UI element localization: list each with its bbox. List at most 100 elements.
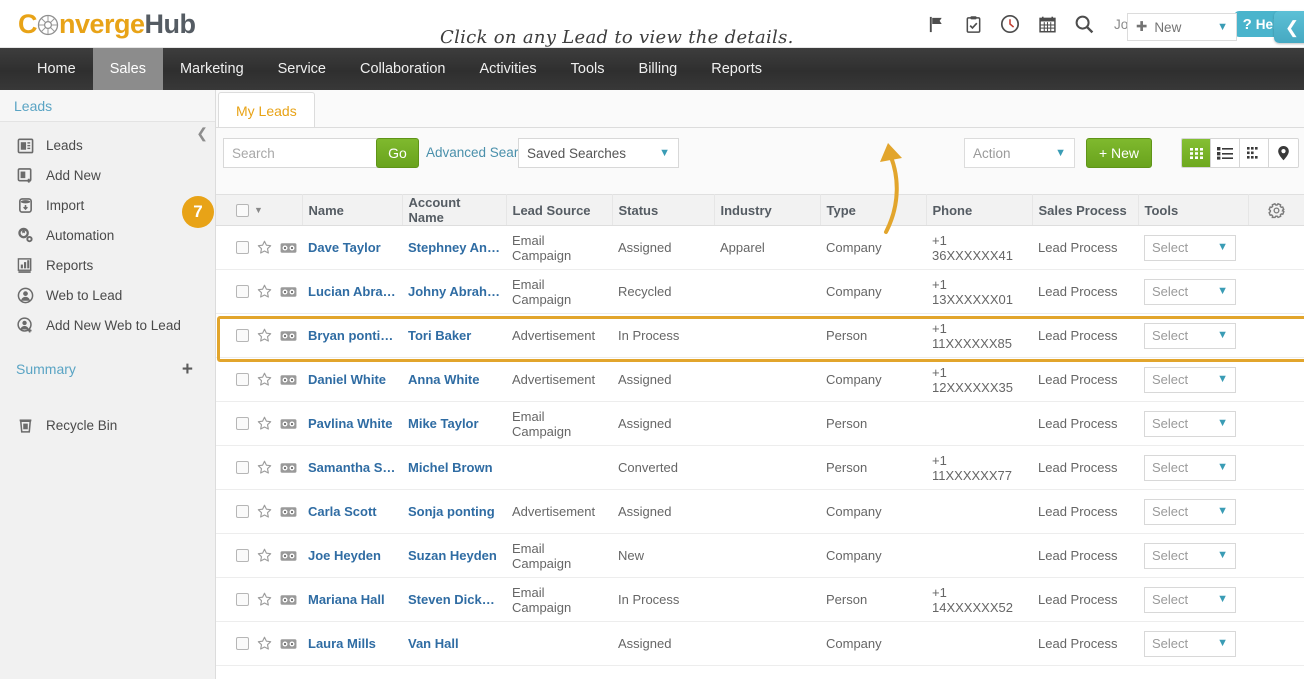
map-view-toggle[interactable] — [1269, 139, 1298, 167]
column-header-industry[interactable]: Industry — [714, 194, 821, 226]
grid-view-toggle[interactable] — [1182, 139, 1211, 167]
calendar-icon[interactable] — [1034, 11, 1060, 37]
account-name-link[interactable]: Michel Brown — [408, 460, 500, 475]
row-checkbox[interactable] — [236, 241, 249, 254]
gear-icon[interactable] — [1255, 202, 1299, 219]
new-record-dropdown[interactable]: ✚ New ▼ — [1127, 13, 1237, 41]
table-row[interactable]: Carla Scott Sonja ponting Advertisement … — [216, 489, 1304, 534]
row-checkbox[interactable] — [236, 461, 249, 474]
search-input[interactable] — [223, 138, 383, 168]
new-lead-button[interactable]: + New — [1086, 138, 1152, 168]
table-row[interactable]: Dave Taylor Stephney Ande… Email Campaig… — [216, 225, 1304, 270]
preview-goggles-icon[interactable] — [280, 241, 297, 255]
tools-select-dropdown[interactable]: Select ▼ — [1144, 498, 1236, 525]
sidebar-collapse-icon[interactable]: ❮ — [196, 126, 208, 140]
tab-my-leads[interactable]: My Leads — [218, 92, 315, 128]
sidebar-item-add-new-web-to-lead[interactable]: Add New Web to Lead — [0, 310, 215, 340]
account-name-link[interactable]: Johny Abraham — [408, 284, 500, 299]
sidebar-item-reports[interactable]: Reports — [0, 250, 215, 280]
account-name-link[interactable]: Steven Dickson — [408, 592, 500, 607]
table-row[interactable]: Pavlina White Mike Taylor Email Campaign… — [216, 401, 1304, 446]
table-row[interactable]: Daniel White Anna White Advertisement As… — [216, 357, 1304, 402]
nav-item-collaboration[interactable]: Collaboration — [343, 48, 462, 90]
panel-collapse-button[interactable]: ❮ — [1274, 11, 1304, 43]
row-checkbox[interactable] — [236, 549, 249, 562]
sidebar-item-add-new[interactable]: Add New — [0, 160, 215, 190]
table-row[interactable]: Joe Heyden Suzan Heyden Email Campaign N… — [216, 533, 1304, 578]
select-all-checkbox[interactable] — [236, 203, 249, 217]
preview-goggles-icon[interactable] — [280, 373, 297, 387]
nav-item-sales[interactable]: Sales — [92, 48, 163, 90]
star-icon[interactable] — [257, 240, 272, 255]
tools-select-dropdown[interactable]: Select ▼ — [1144, 410, 1236, 437]
row-checkbox[interactable] — [236, 329, 249, 342]
table-row[interactable]: Samantha Scott Michel Brown Converted Pe… — [216, 445, 1304, 490]
tools-select-dropdown[interactable]: Select ▼ — [1144, 454, 1236, 481]
row-checkbox[interactable] — [236, 417, 249, 430]
chevron-down-icon[interactable]: ▼ — [254, 205, 263, 215]
nav-item-home[interactable]: Home — [20, 48, 93, 90]
column-header-tools[interactable]: Tools — [1138, 194, 1249, 226]
tools-select-dropdown[interactable]: Select ▼ — [1144, 366, 1236, 393]
sidebar-item-recycle-bin[interactable]: Recycle Bin — [0, 410, 215, 440]
star-icon[interactable] — [257, 460, 272, 475]
star-icon[interactable] — [257, 592, 272, 607]
row-checkbox[interactable] — [236, 593, 249, 606]
tools-select-dropdown[interactable]: Select ▼ — [1144, 234, 1236, 261]
column-header-type[interactable]: Type — [820, 194, 927, 226]
table-row[interactable]: Laura Mills Van Hall Assigned Company Le… — [216, 621, 1304, 666]
lead-name-link[interactable]: Lucian Abraham — [308, 284, 396, 299]
nav-item-marketing[interactable]: Marketing — [163, 48, 261, 90]
preview-goggles-icon[interactable] — [280, 417, 297, 431]
preview-goggles-icon[interactable] — [280, 637, 297, 651]
nav-item-reports[interactable]: Reports — [694, 48, 779, 90]
summary-add-icon[interactable]: + — [182, 360, 193, 379]
tools-select-dropdown[interactable]: Select ▼ — [1144, 278, 1236, 305]
row-checkbox[interactable] — [236, 285, 249, 298]
lead-name-link[interactable]: Samantha Scott — [308, 460, 396, 475]
nav-item-tools[interactable]: Tools — [554, 48, 622, 90]
lead-name-link[interactable]: Dave Taylor — [308, 240, 396, 255]
nav-item-activities[interactable]: Activities — [462, 48, 553, 90]
lead-name-link[interactable]: Pavlina White — [308, 416, 396, 431]
nav-item-billing[interactable]: Billing — [622, 48, 695, 90]
split-view-toggle[interactable] — [1240, 139, 1269, 167]
column-header-phone[interactable]: Phone — [926, 194, 1033, 226]
preview-goggles-icon[interactable] — [280, 461, 297, 475]
flag-icon[interactable] — [923, 11, 949, 37]
column-header-lead-source[interactable]: Lead Source — [506, 194, 613, 226]
account-name-link[interactable]: Anna White — [408, 372, 500, 387]
tools-select-dropdown[interactable]: Select ▼ — [1144, 322, 1236, 349]
star-icon[interactable] — [257, 284, 272, 299]
sidebar-item-web-to-lead[interactable]: Web to Lead — [0, 280, 215, 310]
star-icon[interactable] — [257, 548, 272, 563]
table-row[interactable]: Bryan ponting Tori Baker Advertisement I… — [216, 313, 1304, 358]
lead-name-link[interactable]: Laura Mills — [308, 636, 396, 651]
go-button[interactable]: Go — [376, 138, 419, 168]
app-logo[interactable]: CnvergeHub — [18, 8, 196, 40]
column-header-status[interactable]: Status — [612, 194, 715, 226]
row-checkbox[interactable] — [236, 637, 249, 650]
preview-goggles-icon[interactable] — [280, 549, 297, 563]
account-name-link[interactable]: Suzan Heyden — [408, 548, 500, 563]
column-settings-header[interactable] — [1248, 194, 1304, 226]
advanced-search-link[interactable]: Advanced Search — [426, 145, 533, 160]
account-name-link[interactable]: Tori Baker — [408, 328, 500, 343]
account-name-link[interactable]: Sonja ponting — [408, 504, 500, 519]
sidebar-item-automation[interactable]: Automation — [0, 220, 215, 250]
tools-select-dropdown[interactable]: Select ▼ — [1144, 542, 1236, 569]
column-header-name[interactable]: Name — [302, 194, 403, 226]
table-row[interactable]: Lucian Abraham Johny Abraham Email Campa… — [216, 269, 1304, 314]
row-checkbox[interactable] — [236, 505, 249, 518]
tools-select-dropdown[interactable]: Select ▼ — [1144, 630, 1236, 657]
clipboard-check-icon[interactable] — [960, 11, 986, 37]
table-row[interactable]: Mariana Hall Steven Dickson Email Campai… — [216, 577, 1304, 622]
column-header-sales-process[interactable]: Sales Process — [1032, 194, 1139, 226]
row-checkbox[interactable] — [236, 373, 249, 386]
star-icon[interactable] — [257, 416, 272, 431]
lead-name-link[interactable]: Bryan ponting — [308, 328, 396, 343]
lead-name-link[interactable]: Joe Heyden — [308, 548, 396, 563]
clock-icon[interactable] — [997, 11, 1023, 37]
action-dropdown[interactable]: Action ▼ — [964, 138, 1075, 168]
account-name-link[interactable]: Mike Taylor — [408, 416, 500, 431]
